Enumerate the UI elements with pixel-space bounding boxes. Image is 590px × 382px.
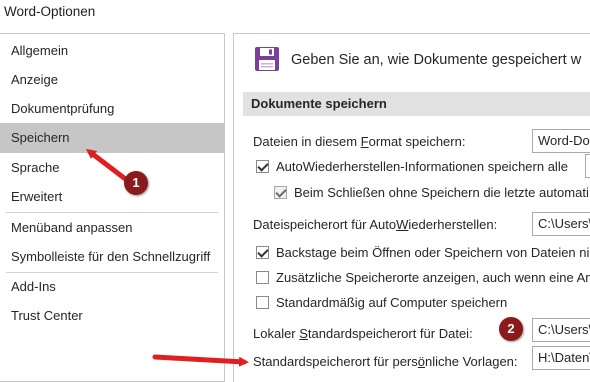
section-title: Dokumente speichern	[251, 96, 387, 111]
local-default-label-text: Lokaler	[253, 326, 300, 341]
templates-label-rest: nliche Vorlagen:	[425, 354, 518, 369]
backstage-checkbox[interactable]	[256, 246, 269, 259]
local-default-label-rest: tandardspeicherort für Datei:	[307, 326, 473, 341]
computer-default-label: Standardmäßig auf Computer speichern	[276, 295, 508, 310]
autorecover-checkbox[interactable]	[256, 160, 269, 173]
autorecover-path-label-rest: iederherstellen:	[408, 217, 498, 232]
computer-default-checkbox[interactable]	[256, 296, 269, 309]
floppy-disk-icon	[255, 47, 279, 71]
local-default-path-input[interactable]: C:\Users\	[532, 318, 590, 342]
additional-locations-label: Zusätzliche Speicherorte anzeigen, auch …	[276, 270, 590, 285]
keep-last-autosave-checkbox[interactable]	[274, 186, 287, 199]
sidebar-item-erweitert[interactable]: Erweitert	[0, 182, 224, 212]
templates-path-label: Standardspeicherort für persönliche Vorl…	[253, 354, 518, 369]
autorecover-path-accesskey: W	[396, 217, 409, 232]
annotation-badge-1: 1	[124, 171, 148, 195]
backstage-label: Backstage beim Öffnen oder Speichern von…	[276, 245, 590, 260]
sidebar-item-trust-center[interactable]: Trust Center	[0, 301, 224, 331]
autorecover-path-label-text: Dateispeicherort für Auto	[253, 217, 397, 232]
local-default-path-label: Lokaler Standardspeicherort für Datei:	[253, 326, 473, 341]
options-sidebar: Allgemein Anzeige Dokumentprüfung Speich…	[0, 33, 225, 382]
autorecover-label: AutoWiederherstellen-Informationen speic…	[276, 159, 568, 174]
autorecover-path-input[interactable]: C:\Users\	[532, 212, 590, 236]
sidebar-item-sprache[interactable]: Sprache	[0, 153, 224, 183]
keep-last-autosave-label: Beim Schließen ohne Speichern die letzte…	[294, 185, 589, 200]
format-label-accesskey: F	[360, 134, 369, 149]
format-select[interactable]: Word-Do	[532, 129, 590, 153]
sidebar-item-allgemein[interactable]: Allgemein	[0, 36, 224, 66]
format-label-text-rest: ormat speichern:	[368, 134, 466, 149]
sidebar-item-dokumentpruefung[interactable]: Dokumentprüfung	[0, 94, 224, 124]
section-header: Dokumente speichern	[243, 92, 590, 116]
format-label: Dateien in diesem Format speichern:	[253, 134, 465, 149]
local-default-accesskey: S	[299, 326, 308, 341]
dialog-title: Word-Optionen	[4, 4, 96, 19]
annotation-badge-2: 2	[499, 317, 523, 341]
save-options-panel: Geben Sie an, wie Dokumente gespeichert …	[233, 33, 590, 382]
autorecover-minutes-spinner[interactable]	[585, 154, 590, 178]
sidebar-item-schnellzugriff[interactable]: Symbolleiste für den Schnellzugriff	[0, 242, 224, 272]
sidebar-item-menueband[interactable]: Menüband anpassen	[0, 213, 224, 243]
autorecover-path-label: Dateispeicherort für AutoWiederherstelle…	[253, 217, 497, 232]
format-label-text: Dateien in diesem	[253, 134, 361, 149]
additional-locations-checkbox[interactable]	[256, 271, 269, 284]
sidebar-item-speichern[interactable]: Speichern	[0, 123, 224, 153]
panel-heading: Geben Sie an, wie Dokumente gespeichert …	[291, 52, 582, 68]
sidebar-item-add-ins[interactable]: Add-Ins	[0, 272, 224, 302]
sidebar-item-anzeige[interactable]: Anzeige	[0, 65, 224, 95]
templates-label-accesskey: ö	[417, 354, 425, 369]
templates-path-input[interactable]: H:\Daten\	[532, 346, 590, 370]
templates-label-text: Standardspeicherort für pers	[253, 354, 418, 369]
